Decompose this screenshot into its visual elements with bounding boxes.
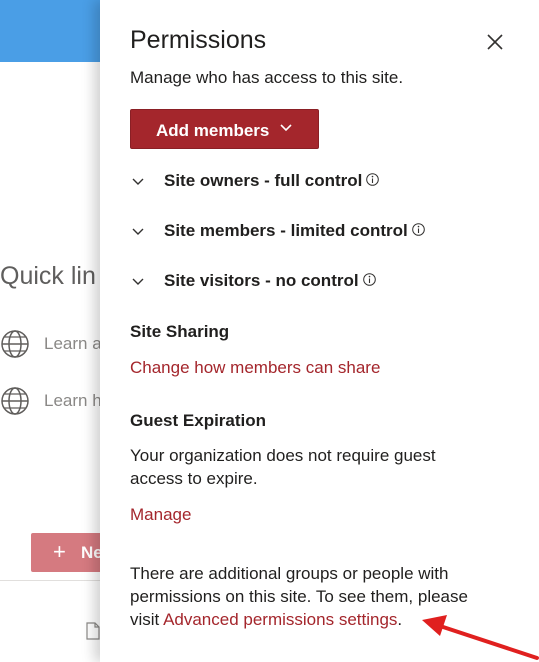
info-icon[interactable] [366,173,380,186]
group-site-owners[interactable]: Site owners - full control [130,168,510,196]
group-site-members[interactable]: Site members - limited control [130,218,510,246]
change-sharing-link[interactable]: Change how members can share [130,358,380,378]
add-members-label: Add members [156,121,270,140]
manage-link[interactable]: Manage [130,505,191,525]
advanced-permissions-link[interactable]: Advanced permissions settings [163,610,397,629]
group-label-text: Site members - limited control [164,221,408,240]
chevron-down-icon [280,124,292,132]
chevron-down-icon [132,178,144,185]
globe-icon [1,387,29,415]
plus-icon: + [53,539,66,564]
document-icon [86,622,100,640]
info-icon[interactable] [411,223,425,236]
permissions-panel: Permissions Manage who has access to thi… [100,0,539,662]
group-label-text: Site owners - full control [164,171,363,190]
additional-permissions-text: There are additional groups or people wi… [130,562,490,631]
quick-link-label: Learn h [44,391,102,410]
group-label: Site members - limited control [164,221,425,241]
quick-links-title: Quick lin [0,262,96,290]
guest-expiration-heading: Guest Expiration [130,411,267,430]
globe-icon [1,330,29,358]
site-sharing-heading: Site Sharing [130,322,230,341]
panel-title: Permissions [130,26,267,54]
site-header-banner [0,0,110,62]
guest-expiration-text: Your organization does not require guest… [130,446,436,488]
add-members-button[interactable]: Add members [130,109,319,149]
group-label: Site owners - full control [164,171,380,191]
close-icon[interactable] [483,30,507,54]
panel-subtitle: Manage who has access to this site. [130,68,404,87]
group-site-visitors[interactable]: Site visitors - no control [130,268,510,296]
info-icon[interactable] [362,273,376,286]
group-label-text: Site visitors - no control [164,271,359,290]
group-label: Site visitors - no control [164,271,376,291]
quick-link-label: Learn a [44,334,102,353]
chevron-down-icon [132,228,144,235]
chevron-down-icon [132,278,144,285]
footer-period: . [397,610,403,629]
